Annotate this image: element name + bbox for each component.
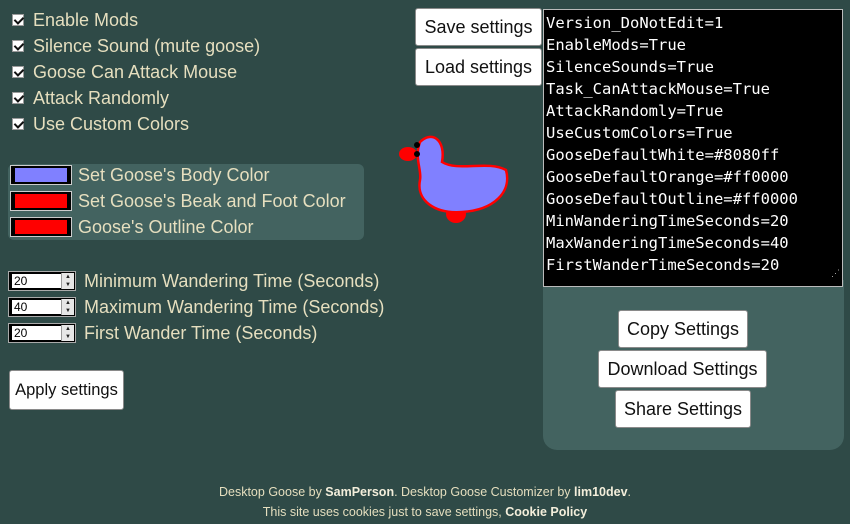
save-settings-button[interactable]: Save settings <box>415 8 542 46</box>
min-wander-input[interactable]: 20 ▲ ▼ <box>8 271 76 291</box>
apply-settings-button[interactable]: Apply settings <box>9 370 124 410</box>
color-settings-panel: Set Goose's Body Color Set Goose's Beak … <box>8 164 364 240</box>
spinner-label: Minimum Wandering Time (Seconds) <box>84 270 380 291</box>
checkbox-label: Silence Sound (mute goose) <box>33 35 261 56</box>
dev-link[interactable]: lim10dev <box>574 485 628 499</box>
checkbox-label: Use Custom Colors <box>33 113 190 134</box>
author-link[interactable]: SamPerson <box>325 485 394 499</box>
checkbox-box[interactable] <box>12 92 24 104</box>
checkbox-silence-sound[interactable]: Silence Sound (mute goose) <box>12 35 260 57</box>
spinner-arrows-icon[interactable]: ▲ ▼ <box>61 325 74 341</box>
min-wander-row: 20 ▲ ▼ Minimum Wandering Time (Seconds) <box>8 270 379 292</box>
spinner-arrows-icon[interactable]: ▲ ▼ <box>61 299 74 315</box>
config-textarea[interactable]: Version_DoNotEdit=1 EnableMods=True Sile… <box>543 9 843 287</box>
body-color-picker[interactable] <box>10 165 72 185</box>
max-wander-input[interactable]: 40 ▲ ▼ <box>8 297 76 317</box>
checkbox-label: Attack Randomly <box>33 87 170 108</box>
load-settings-button[interactable]: Load settings <box>415 48 542 86</box>
resize-grip-icon[interactable]: ⋰ <box>831 263 840 285</box>
footer-text: . <box>627 485 632 499</box>
checkbox-box[interactable] <box>12 66 24 78</box>
goose-body <box>416 135 509 214</box>
color-label: Set Goose's Beak and Foot Color <box>78 190 346 211</box>
checkbox-label: Goose Can Attack Mouse <box>33 61 238 82</box>
footer-text: . Desktop Goose Customizer by <box>394 485 575 499</box>
first-wander-row: 20 ▲ ▼ First Wander Time (Seconds) <box>8 322 317 344</box>
goose-eye <box>414 142 420 148</box>
checkbox-box[interactable] <box>12 118 24 130</box>
checkbox-attack-randomly[interactable]: Attack Randomly <box>12 87 169 109</box>
color-label: Goose's Outline Color <box>78 216 254 237</box>
footer-cookies: This site uses cookies just to save sett… <box>0 505 850 519</box>
checkbox-box[interactable] <box>12 14 24 26</box>
footer-text: This site uses cookies just to save sett… <box>262 505 506 519</box>
copy-settings-button[interactable]: Copy Settings <box>618 310 748 348</box>
config-text[interactable]: Version_DoNotEdit=1 EnableMods=True Sile… <box>546 14 798 274</box>
checkbox-label: Enable Mods <box>33 9 139 30</box>
color-row-body: Set Goose's Body Color <box>10 164 270 186</box>
spinner-arrows-icon[interactable]: ▲ ▼ <box>61 273 74 289</box>
checkbox-custom-colors[interactable]: Use Custom Colors <box>12 113 189 135</box>
spinner-label: First Wander Time (Seconds) <box>84 322 318 343</box>
max-wander-row: 40 ▲ ▼ Maximum Wandering Time (Seconds) <box>8 296 384 318</box>
color-label: Set Goose's Body Color <box>78 164 270 185</box>
checkbox-box[interactable] <box>12 40 24 52</box>
footer-text: Desktop Goose by <box>218 485 326 499</box>
footer-credits: Desktop Goose by SamPerson. Desktop Goos… <box>0 485 850 499</box>
first-wander-input[interactable]: 20 ▲ ▼ <box>8 323 76 343</box>
checkbox-attack-mouse[interactable]: Goose Can Attack Mouse <box>12 61 237 83</box>
outline-color-picker[interactable] <box>10 217 72 237</box>
checkbox-enable-mods[interactable]: Enable Mods <box>12 9 138 31</box>
goose-preview-icon <box>399 135 509 223</box>
download-settings-button[interactable]: Download Settings <box>598 350 767 388</box>
beak-color-picker[interactable] <box>10 191 72 211</box>
spinner-value[interactable]: 40 <box>12 300 62 314</box>
cookie-policy-link[interactable]: Cookie Policy <box>505 505 587 519</box>
color-row-beak: Set Goose's Beak and Foot Color <box>10 190 346 212</box>
color-row-outline: Goose's Outline Color <box>10 216 254 238</box>
goose-eye <box>414 151 420 157</box>
spinner-value[interactable]: 20 <box>12 274 62 288</box>
spinner-value[interactable]: 20 <box>12 326 62 340</box>
spinner-label: Maximum Wandering Time (Seconds) <box>84 296 385 317</box>
share-settings-button[interactable]: Share Settings <box>615 390 751 428</box>
